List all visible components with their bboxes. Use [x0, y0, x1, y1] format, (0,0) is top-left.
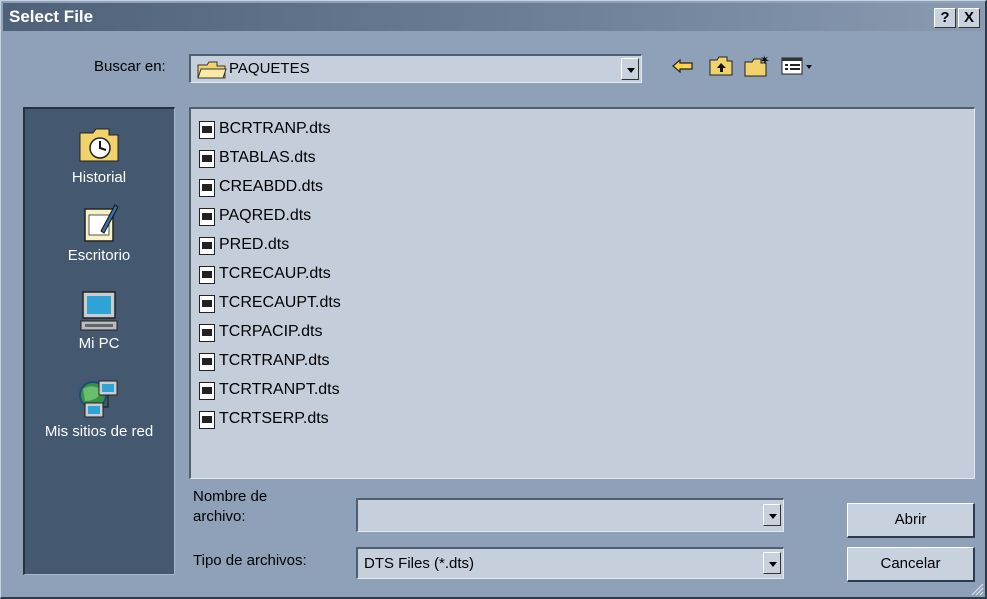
places-bar: Historial Escritorio Mi PC Mis sitios de… — [23, 107, 175, 575]
place-label: Mis sitios de red — [44, 423, 154, 440]
network-places-icon — [79, 380, 118, 418]
desktop-icon — [84, 204, 119, 242]
select-file-dialog: Select File ? X Buscar en: PAQUETES Hist… — [0, 0, 987, 599]
dts-file-icon — [199, 324, 215, 342]
title-bar[interactable]: Select File ? X — [3, 3, 984, 31]
file-list[interactable]: BCRTRANP.dts BTABLAS.dts CREABDD.dts PAQ… — [189, 107, 975, 479]
filetype-value: DTS Files (*.dts) — [364, 555, 475, 572]
file-name: CREABDD.dts — [219, 178, 324, 195]
cancel-button[interactable]: Cancelar — [847, 547, 975, 582]
look-in-value: PAQUETES — [229, 60, 310, 77]
close-button[interactable]: X — [958, 8, 980, 28]
file-name: BCRTRANP.dts — [219, 120, 331, 137]
dts-file-icon — [199, 121, 215, 139]
dts-file-icon — [199, 295, 215, 313]
up-folder-icon[interactable] — [707, 53, 735, 79]
new-folder-icon[interactable] — [743, 53, 771, 79]
file-name: TCRTRANPT.dts — [219, 381, 340, 398]
file-name: PAQRED.dts — [219, 207, 312, 224]
place-mis-sitios-de-red[interactable]: Mis sitios de red — [25, 377, 173, 440]
place-historial[interactable]: Historial — [25, 123, 173, 186]
filename-field[interactable] — [356, 498, 784, 532]
help-button[interactable]: ? — [934, 8, 956, 28]
resize-grip-icon[interactable] — [971, 583, 984, 596]
dts-file-icon — [199, 179, 215, 197]
filename-label-line1: Nombre de — [193, 488, 268, 505]
filename-label-line2: archivo: — [193, 508, 246, 525]
place-label: Mi PC — [78, 335, 120, 352]
look-in-label: Buscar en: — [94, 58, 166, 75]
dts-file-icon — [199, 150, 215, 168]
place-mi-pc[interactable]: Mi PC — [25, 289, 173, 352]
place-escritorio[interactable]: Escritorio — [25, 201, 173, 264]
place-label: Historial — [71, 169, 127, 186]
chevron-down-icon[interactable] — [763, 504, 781, 526]
folder-open-icon — [197, 61, 227, 79]
file-name: TCRTRANP.dts — [219, 352, 330, 369]
dts-file-icon — [199, 266, 215, 284]
history-icon — [79, 128, 119, 162]
chevron-down-icon[interactable] — [763, 552, 781, 574]
file-name: TCRECAUPT.dts — [219, 294, 341, 311]
chevron-down-icon[interactable] — [621, 58, 639, 80]
back-arrow-icon[interactable] — [669, 53, 697, 79]
dts-file-icon — [199, 382, 215, 400]
open-button[interactable]: Abrir — [847, 503, 975, 538]
file-name: TCRECAUP.dts — [219, 265, 331, 282]
dts-file-icon — [199, 237, 215, 255]
file-name: TCRTSERP.dts — [219, 410, 329, 427]
my-computer-icon — [80, 291, 118, 331]
dialog-title: Select File — [9, 7, 94, 26]
place-label: Escritorio — [67, 247, 131, 264]
view-menu-icon[interactable] — [779, 53, 815, 79]
filetype-label: Tipo de archivos: — [193, 552, 307, 569]
file-name: TCRPACIP.dts — [219, 323, 323, 340]
dts-file-icon — [199, 353, 215, 371]
filetype-dropdown[interactable]: DTS Files (*.dts) — [356, 547, 784, 579]
look-in-dropdown[interactable]: PAQUETES — [189, 54, 642, 83]
dts-file-icon — [199, 411, 215, 429]
file-name: PRED.dts — [219, 236, 290, 253]
dts-file-icon — [199, 208, 215, 226]
file-name: BTABLAS.dts — [219, 149, 316, 166]
